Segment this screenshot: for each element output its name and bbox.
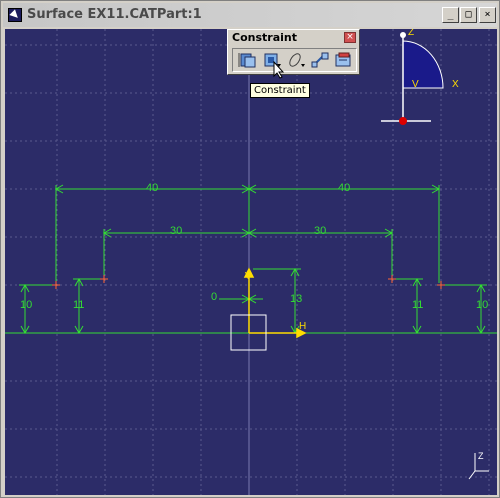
contact-constraint-icon[interactable] <box>285 51 307 69</box>
dim-13[interactable]: 13 <box>290 293 302 305</box>
fix-together-icon[interactable] <box>309 51 331 69</box>
mouse-cursor-icon <box>273 61 285 79</box>
point-outer-left[interactable] <box>52 281 60 289</box>
dim-40-left[interactable]: 40 <box>146 182 158 194</box>
dim-10-left[interactable]: 10 <box>20 299 32 311</box>
title-bar[interactable]: Surface EX11.CATPart:1 _ □ × <box>3 3 497 27</box>
toolbar-title-text: Constraint <box>232 31 297 44</box>
close-button[interactable]: × <box>479 7 496 23</box>
toolbar-icon-strip <box>232 48 357 72</box>
geometry-viewport[interactable]: V H 40 40 30 30 0 13 10 11 11 10 Z V X Z <box>5 29 497 495</box>
compass-z-label: Z <box>408 29 414 38</box>
toolbar-close-button[interactable]: × <box>344 32 356 43</box>
point-outer-right[interactable] <box>437 281 445 289</box>
h-axis-label: H <box>299 321 306 332</box>
dim-0[interactable]: 0 <box>211 291 217 303</box>
dim-11-left[interactable]: 11 <box>73 299 84 311</box>
constraint-defined-in-dialog-icon[interactable] <box>237 51 259 69</box>
sketch-canvas[interactable]: V H 40 40 30 30 0 13 10 11 11 10 Z V X Z <box>5 29 497 495</box>
compass-v-label: V <box>412 79 419 90</box>
catia-app-icon[interactable] <box>8 8 22 22</box>
window-title: Surface EX11.CATPart:1 <box>27 7 202 22</box>
sketch-grid <box>5 29 497 495</box>
animated-constraint-icon[interactable] <box>333 51 355 69</box>
toolbar-title[interactable]: Constraint <box>230 31 357 46</box>
constraint-toolbar[interactable]: Constraint × <box>227 29 360 75</box>
compass-x-label: X <box>452 79 459 90</box>
dim-11-right[interactable]: 11 <box>412 299 423 311</box>
maximize-button[interactable]: □ <box>460 7 477 23</box>
point-inner-right[interactable] <box>388 275 396 283</box>
minimize-button[interactable]: _ <box>442 7 459 23</box>
constraint-tooltip: Constraint <box>250 83 310 98</box>
dim-30-right[interactable]: 30 <box>314 225 326 237</box>
dim-10-right[interactable]: 10 <box>476 299 488 311</box>
point-inner-left[interactable] <box>100 275 108 283</box>
catia-window: Surface EX11.CATPart:1 _ □ × V H 40 40 3… <box>0 0 500 498</box>
v-axis-label: V <box>245 271 252 282</box>
dim-40-right[interactable]: 40 <box>338 182 350 194</box>
triad-z-label: Z <box>478 451 484 461</box>
dim-30-left[interactable]: 30 <box>170 225 182 237</box>
